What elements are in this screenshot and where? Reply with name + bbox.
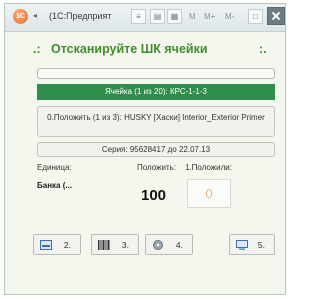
unit-value: Банка (... (37, 181, 73, 190)
action-button-2[interactable]: 2. (33, 234, 81, 255)
action-button-4-label: 4. (175, 240, 183, 250)
put-done-field[interactable]: 0 (187, 179, 231, 208)
action-button-4[interactable]: 4. (145, 234, 193, 255)
list-icon[interactable]: ≡ (131, 9, 146, 24)
copy-icon[interactable]: ▤ (150, 9, 165, 24)
cell-info-bar[interactable]: Ячейка (1 из 20): КРС-1-1-3 (37, 84, 275, 100)
app-window: 1C ◂ (1С:Предприят ≡ ▤ ▦ M M+ M- □ .: От… (4, 3, 286, 295)
window-title: (1С:Предприят (49, 11, 112, 21)
action-button-5[interactable]: 5. (229, 234, 275, 255)
page-title: Отсканируйте ШК ячейки (51, 42, 208, 56)
calendar-icon[interactable]: ▦ (167, 9, 182, 24)
page-header: .: Отсканируйте ШК ячейки :. (5, 41, 285, 59)
put-done-label: 1.Положили: (185, 163, 232, 172)
memory-minus-button[interactable]: M- (225, 12, 234, 21)
disc-icon (153, 240, 163, 250)
header-left-marks: .: (33, 42, 41, 56)
memory-plus-button[interactable]: M+ (204, 12, 215, 21)
series-button[interactable]: Серия: 95628417 до 22.07.13 (37, 142, 275, 157)
action-button-3[interactable]: 3. (91, 234, 139, 255)
close-icon[interactable] (267, 7, 285, 25)
card-icon (40, 240, 52, 250)
monitor-icon (236, 240, 248, 250)
title-bar: 1C ◂ (1С:Предприят ≡ ▤ ▦ M M+ M- □ (5, 4, 285, 32)
action-button-3-label: 3. (121, 240, 129, 250)
unit-label: Единица: (37, 163, 72, 172)
action-button-2-label: 2. (63, 240, 71, 250)
menu-arrow-icon[interactable]: ◂ (33, 11, 37, 20)
action-button-5-label: 5. (257, 240, 265, 250)
scan-progress-bar (37, 68, 275, 79)
header-right-marks: :. (259, 42, 267, 56)
barcode-icon (98, 240, 110, 250)
put-label: Положить: (137, 163, 177, 172)
put-quantity-value: 100 (141, 187, 167, 204)
item-button[interactable]: 0.Положить (1 из 3): HUSKY [Хаски] Inter… (37, 106, 275, 137)
window-restore-icon[interactable]: □ (248, 9, 263, 24)
memory-button[interactable]: M (189, 12, 196, 21)
app-logo-icon[interactable]: 1C (13, 9, 28, 24)
